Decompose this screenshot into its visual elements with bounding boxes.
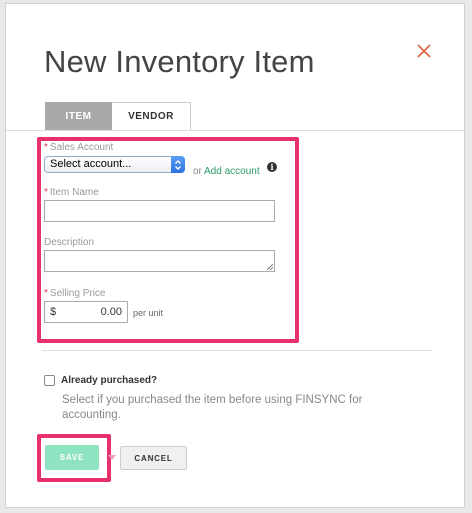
sales-account-label: * Sales Account	[44, 142, 114, 153]
section-divider	[42, 350, 432, 351]
tab-bar: ITEM VENDOR	[45, 102, 191, 131]
description-label: Description	[44, 237, 95, 248]
tab-divider	[6, 130, 464, 131]
sales-account-select[interactable]: Select account...	[44, 156, 185, 173]
resize-handle-icon[interactable]	[267, 264, 273, 270]
selling-price-field[interactable]: $ 0.00	[44, 301, 128, 323]
tab-vendor[interactable]: VENDOR	[112, 102, 191, 131]
currency-symbol: $	[50, 306, 57, 318]
info-icon[interactable]: i	[267, 162, 277, 172]
already-purchased-label[interactable]: Already purchased?	[61, 375, 157, 386]
new-inventory-item-dialog: New Inventory Item ITEM VENDOR * Sales Ac…	[5, 3, 465, 508]
select-arrows-icon	[171, 156, 185, 173]
sales-account-selected-value: Select account...	[50, 158, 132, 170]
description-field[interactable]	[44, 250, 275, 272]
add-account-link[interactable]: Add account	[204, 166, 260, 177]
save-button[interactable]: SAVE	[45, 445, 99, 470]
item-name-field[interactable]	[44, 200, 275, 222]
item-name-label: * Item Name	[44, 187, 99, 198]
per-unit-label: per unit	[133, 308, 164, 318]
arrow-pointer-icon	[108, 455, 116, 460]
selling-price-value: 0.00	[100, 306, 122, 318]
close-icon[interactable]	[414, 41, 434, 61]
already-purchased-help-text: Select if you purchased the item before …	[62, 394, 363, 421]
already-purchased-checkbox[interactable]	[44, 375, 55, 386]
selling-price-label: * Selling Price	[44, 288, 106, 299]
cancel-button[interactable]: CANCEL	[120, 446, 187, 470]
tab-item[interactable]: ITEM	[45, 102, 112, 131]
or-text: or	[193, 166, 202, 177]
dialog-title: New Inventory Item	[44, 44, 315, 79]
